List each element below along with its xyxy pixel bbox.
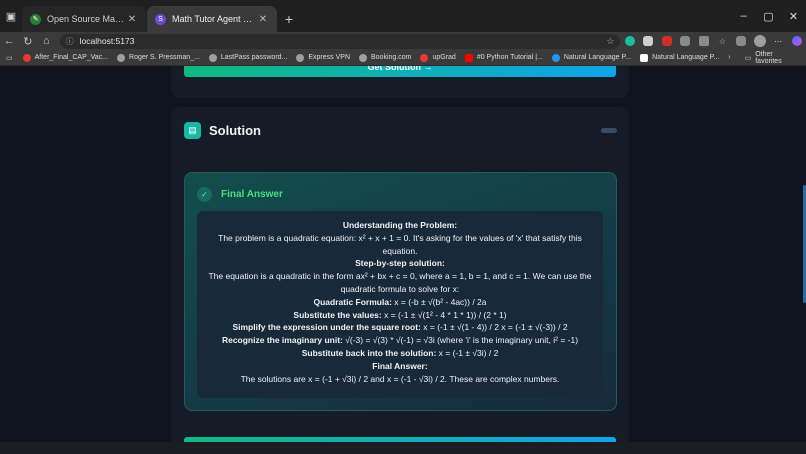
- other-favorites-link[interactable]: Other favorites: [755, 51, 800, 65]
- bookmark-favicon-icon: [551, 53, 560, 62]
- browser-tab-1[interactable]: ✎ Open Source Math Routing Agen ✕: [22, 6, 146, 32]
- answer-line: Quadratic Formula: x = (-b ± √(b² - 4ac)…: [313, 296, 487, 307]
- close-tab-icon[interactable]: ✕: [126, 14, 138, 25]
- answer-text: Understanding the Problem: The problem i…: [197, 211, 603, 398]
- answer-line: Understanding the Problem:: [342, 220, 458, 230]
- favorite-star-icon[interactable]: ☆: [606, 36, 614, 47]
- tab-title: Open Source Math Routing Agen: [47, 14, 126, 24]
- copilot-icon[interactable]: [787, 36, 806, 46]
- answer-line: Substitute the values: x = (-1 ± √(1² - …: [293, 309, 507, 320]
- globe-icon: [296, 53, 305, 62]
- refresh-icon[interactable]: ↻: [19, 35, 38, 48]
- globe-icon: [359, 53, 367, 62]
- home-icon[interactable]: ⌂: [37, 35, 56, 47]
- url-text: localhost:5173: [79, 36, 135, 46]
- collections-icon[interactable]: [732, 36, 751, 46]
- solution-title: Solution: [209, 123, 261, 138]
- bookmark-item[interactable]: upGrad: [420, 53, 456, 62]
- bookmarks-overflow: › ▭ Other favorites: [728, 51, 806, 65]
- address-bar[interactable]: ⓘ localhost:5173 ☆: [59, 33, 621, 49]
- tab-favicon-icon: S: [155, 13, 166, 25]
- new-tab-button[interactable]: +: [278, 6, 300, 32]
- get-solution-button[interactable]: Get Solution →: [184, 66, 616, 77]
- upgrad-icon: [420, 53, 429, 62]
- more-menu-icon[interactable]: ⋯: [769, 37, 788, 46]
- answer-line: Substitute back into the solution: x = (…: [301, 347, 499, 358]
- bookmark-item[interactable]: LastPass password...: [208, 53, 287, 62]
- window-controls: – ▢ ✕: [731, 0, 806, 32]
- tab-title: Math Tutor Agent Frontend Appli: [172, 14, 257, 24]
- bookmark-item[interactable]: After_Final_CAP_Vac...: [22, 53, 108, 62]
- extension-puzzle-icon[interactable]: [676, 36, 695, 46]
- final-answer-title: Final Answer: [221, 189, 283, 200]
- close-tab-icon[interactable]: ✕: [257, 14, 269, 25]
- globe-icon: [117, 53, 126, 62]
- answer-line: The solutions are x = (-1 + √3i) / 2 and…: [240, 373, 560, 384]
- browser-toolbar: ← ↻ ⌂ ⓘ localhost:5173 ☆ ☆ ⋯: [0, 32, 806, 50]
- bookmark-item[interactable]: Natural Language P...: [551, 53, 631, 62]
- tab-strip: ▣ ✎ Open Source Math Routing Agen ✕ S Ma…: [0, 0, 806, 32]
- lastpass-extension-icon[interactable]: [658, 36, 677, 46]
- status-badge: [601, 128, 617, 133]
- extension-icon[interactable]: [639, 36, 658, 46]
- tab-favicon-icon: ✎: [30, 13, 41, 25]
- bookmark-item[interactable]: Booking.com: [359, 53, 411, 62]
- chevron-right-icon[interactable]: ›: [728, 54, 730, 61]
- solution-header: ▤ Solution: [184, 122, 261, 139]
- bookmark-item[interactable]: #0 Python Tutorial |...: [464, 53, 543, 62]
- close-window-button[interactable]: ✕: [781, 10, 806, 23]
- restore-button[interactable]: ▢: [756, 10, 781, 23]
- bookmark-item[interactable]: Natural Language P...: [640, 53, 719, 62]
- answer-line: The equation is a quadratic in the form …: [208, 271, 592, 294]
- answer-line: The problem is a quadratic equation: x² …: [218, 232, 582, 256]
- answer-line: Recognize the imaginary unit: √(-3) = √(…: [221, 335, 579, 346]
- folder-icon: ▭: [744, 54, 752, 62]
- browser-tab-2[interactable]: S Math Tutor Agent Frontend Appli ✕: [147, 6, 277, 32]
- bookmarks-menu-icon[interactable]: ▭: [6, 54, 13, 62]
- bookmark-item[interactable]: Express VPN: [296, 53, 350, 62]
- check-icon: ✓: [197, 187, 212, 202]
- tab-actions-icon[interactable]: ▣: [0, 0, 22, 32]
- bookmarks-bar: ▭ After_Final_CAP_Vac... Roger S. Pressm…: [0, 50, 806, 66]
- final-answer-header: ✓ Final Answer: [197, 187, 283, 202]
- answer-line: Simplify the expression under the square…: [232, 322, 568, 333]
- answer-line: Step-by-step solution:: [355, 258, 445, 269]
- bookmark-favicon-icon: [22, 53, 31, 62]
- minimize-button[interactable]: –: [731, 10, 756, 22]
- site-info-icon[interactable]: ⓘ: [66, 36, 74, 47]
- globe-icon: [208, 53, 217, 62]
- book-icon: ▤: [184, 122, 201, 139]
- bookmark-item[interactable]: Roger S. Pressman_...: [117, 53, 200, 62]
- bookmark-favicon-icon: [640, 53, 649, 62]
- profile-avatar[interactable]: [750, 35, 769, 47]
- youtube-icon: [464, 53, 473, 62]
- split-screen-icon[interactable]: [695, 36, 714, 46]
- taskbar: [0, 442, 806, 454]
- favorites-icon[interactable]: ☆: [713, 37, 732, 46]
- answer-line: Final Answer:: [372, 360, 428, 371]
- page-content: Get Solution → ▤ Solution ✓ Final Answer…: [0, 66, 806, 442]
- back-icon[interactable]: ←: [0, 35, 19, 47]
- grammarly-extension-icon[interactable]: [620, 36, 639, 46]
